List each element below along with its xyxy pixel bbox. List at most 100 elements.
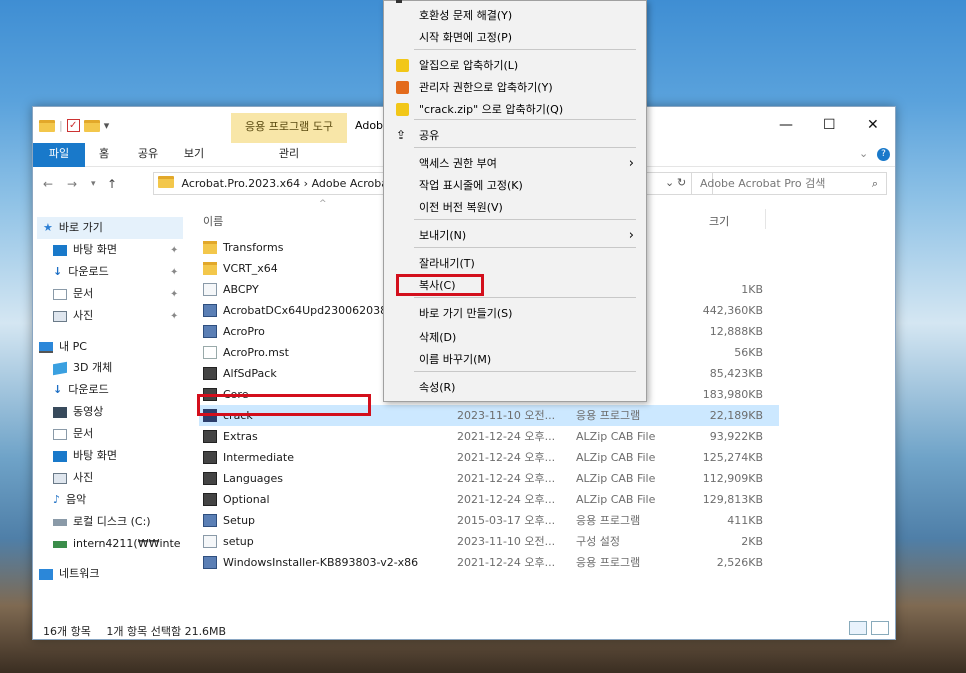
menu-item[interactable]: 관리자 권한으로 압축하기(Y) — [384, 77, 646, 99]
download-icon: ↓ — [53, 265, 63, 278]
file-type: 응용 프로그램 — [576, 514, 641, 527]
menu-item[interactable]: 이전 버전 복원(V) — [384, 197, 646, 219]
file-name: AlfSdPack — [223, 367, 277, 380]
nav-pc-music[interactable]: ♪ 음악 — [53, 489, 86, 511]
maximize-button[interactable]: ☐ — [823, 117, 836, 133]
recent-locations-icon[interactable]: ▾ — [91, 179, 96, 189]
menu-item-label: 삭제(D) — [419, 331, 457, 344]
nav-item-pictures[interactable]: 사진 — [53, 305, 93, 327]
menu-top-edge-icon — [396, 0, 402, 3]
minimize-button[interactable]: — — [779, 117, 793, 133]
table-row[interactable]: Optional 2021-12-24 오후... ALZip CAB File 12… — [199, 489, 779, 510]
tab-view[interactable]: 보기 — [179, 143, 209, 167]
table-row[interactable]: Intermediate 2021-12-24 오후... ALZip CAB Fi… — [199, 447, 779, 468]
new-folder-icon[interactable] — [83, 119, 100, 132]
folder-icon[interactable] — [39, 119, 55, 132]
file-size: 2,526KB — [716, 556, 763, 569]
file-size: 183,980KB — [702, 388, 763, 401]
file-name: Languages — [223, 472, 284, 485]
menu-item[interactable]: 잘라내기(T) — [384, 253, 646, 275]
up-icon[interactable]: ↑ — [107, 177, 117, 191]
file-size: 125,274KB — [702, 451, 763, 464]
nav-item-documents[interactable]: 문서 — [53, 283, 93, 305]
file-type: ALZip CAB File — [576, 493, 656, 506]
large-icons-view-button[interactable] — [871, 621, 889, 635]
tab-share[interactable]: 공유 — [133, 143, 163, 167]
menu-item[interactable]: 시작 화면에 고정(P) — [384, 27, 646, 49]
nav-pc-downloads[interactable]: ↓ 다운로드 — [53, 379, 109, 401]
alzip-icon — [396, 59, 409, 72]
column-header-name[interactable]: 이름 — [203, 213, 223, 229]
column-header-size[interactable]: 크기 — [709, 213, 729, 229]
details-view-button[interactable] — [849, 621, 867, 635]
file-type: ALZip CAB File — [576, 451, 656, 464]
column-divider[interactable] — [765, 209, 766, 229]
menu-item[interactable]: 바로 가기 만들기(S) — [384, 303, 646, 325]
address-dropdown-icon[interactable]: ⌄ — [665, 176, 674, 189]
file-type: 구성 설정 — [576, 535, 620, 548]
file-date: 2021-12-24 오후... — [457, 556, 556, 569]
menu-item[interactable]: 보내기(N) › — [384, 225, 646, 247]
menu-item[interactable]: 삭제(D) — [384, 327, 646, 349]
pin-icon: ✦ — [170, 311, 179, 322]
installer-icon — [203, 325, 217, 338]
menu-item-label: 시작 화면에 고정(P) — [419, 31, 513, 44]
forward-icon[interactable]: → — [67, 177, 77, 191]
search-icon: ⌕ — [871, 177, 878, 190]
nav-item-desktop[interactable]: 바탕 화면 — [53, 239, 117, 261]
nav-pc-3d-objects[interactable]: 3D 개체 — [53, 357, 112, 379]
file-name: AcroPro.mst — [223, 346, 289, 359]
video-icon — [53, 406, 67, 418]
menu-item[interactable]: "crack.zip" 으로 압축하기(Q) — [384, 99, 646, 121]
menu-item[interactable]: ⇪ 공유 — [384, 125, 646, 147]
ribbon-expand-icon[interactable]: ⌄ — [859, 147, 868, 160]
desktop-icon — [53, 450, 67, 462]
file-date: 2021-12-24 오후... — [457, 451, 556, 464]
menu-item[interactable]: 알집으로 압축하기(L) — [384, 55, 646, 77]
menu-item-label: 보내기(N) — [419, 229, 467, 242]
tab-home[interactable]: 홈 — [89, 143, 119, 167]
nav-pc-desktop[interactable]: 바탕 화면 — [53, 445, 117, 467]
table-row[interactable]: Setup 2015-03-17 오후... 응용 프로그램 411KB — [199, 510, 779, 531]
nav-pc-network-drive[interactable]: intern4211(₩₩inte — [53, 533, 193, 555]
address-path: Acrobat.Pro.2023.x64 › Adobe Acroba — [181, 177, 388, 190]
file-name: Transforms — [223, 241, 284, 254]
file-name: WindowsInstaller-KB893803-v2-x86 — [223, 556, 419, 569]
menu-item[interactable]: 호환성 문제 해결(Y) — [384, 5, 646, 27]
menu-item[interactable]: 액세스 권한 부여 › — [384, 153, 646, 175]
file-size: 112,909KB — [702, 472, 763, 485]
cab-icon — [203, 430, 217, 443]
menu-item[interactable]: 작업 표시줄에 고정(K) — [384, 175, 646, 197]
nav-this-pc[interactable]: 내 PC — [39, 336, 87, 358]
table-row[interactable]: setup 2023-11-10 오전... 구성 설정 2KB — [199, 531, 779, 552]
search-placeholder: Adobe Acrobat Pro 검색 — [700, 177, 826, 190]
help-icon[interactable]: ? — [877, 148, 890, 161]
refresh-icon[interactable]: ↻ — [677, 176, 686, 189]
nav-pc-documents[interactable]: 문서 — [53, 423, 93, 445]
status-bar: 16개 항목 1개 항목 선택함 21.6MB — [43, 623, 226, 639]
nav-quick-access[interactable]: ★ 바로 가기 — [37, 217, 183, 239]
file-size: 12,888KB — [709, 325, 763, 338]
nav-pc-pictures[interactable]: 사진 — [53, 467, 93, 489]
customize-toolbar-icon[interactable]: ▾ — [104, 119, 110, 132]
nav-item-downloads[interactable]: ↓ 다운로드 — [53, 261, 109, 283]
search-input[interactable]: Adobe Acrobat Pro 검색 ⌕ — [691, 172, 887, 195]
back-icon[interactable]: ← — [43, 177, 53, 191]
submenu-arrow-icon: › — [628, 156, 634, 171]
close-button[interactable]: ✕ — [867, 117, 879, 133]
table-row[interactable]: Languages 2021-12-24 오후... ALZip CAB File 1… — [199, 468, 779, 489]
quick-access-toolbar: | ✓ ▾ — [39, 119, 109, 132]
menu-item[interactable]: 속성(R) — [384, 377, 646, 399]
nav-network[interactable]: 네트워크 — [39, 563, 99, 585]
menu-item-label: 관리자 권한으로 압축하기(Y) — [419, 81, 553, 94]
menu-item[interactable]: 이름 바꾸기(M) — [384, 349, 646, 371]
nav-pc-local-disk[interactable]: 로컬 디스크 (C:) — [53, 511, 151, 533]
table-row[interactable]: Extras 2021-12-24 오후... ALZip CAB File 93,9… — [199, 426, 779, 447]
tab-file[interactable]: 파일 — [33, 143, 85, 167]
table-row[interactable]: WindowsInstaller-KB893803-v2-x86 2021-12-… — [199, 552, 779, 573]
tab-manage[interactable]: 관리 — [231, 143, 347, 167]
nav-pc-videos[interactable]: 동영상 — [53, 401, 103, 423]
file-name: Setup — [223, 514, 256, 527]
properties-check-icon[interactable]: ✓ — [66, 119, 80, 132]
menu-item-label: 공유 — [419, 129, 440, 142]
